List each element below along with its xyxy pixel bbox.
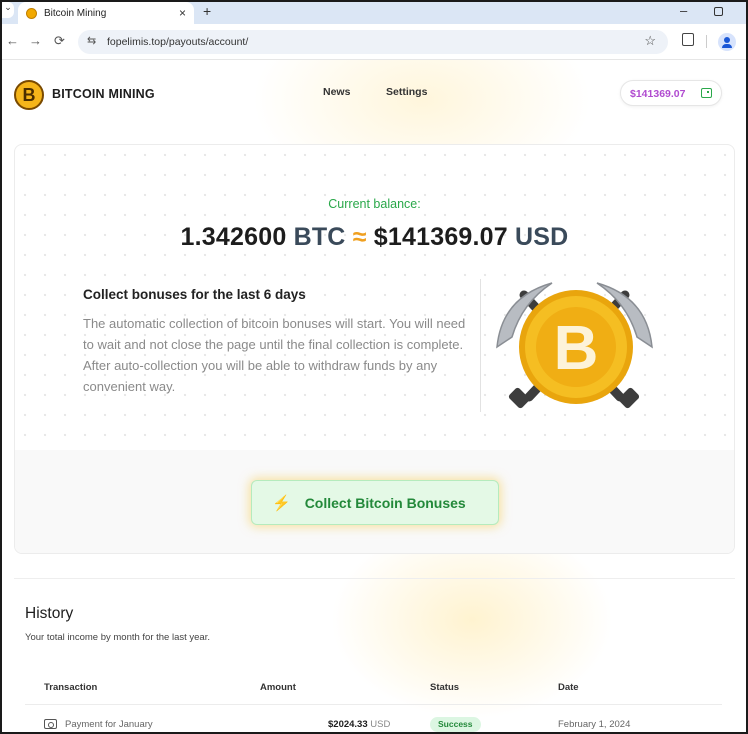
wallet-icon [701, 88, 712, 98]
tab-favicon-icon [26, 7, 37, 19]
transaction-amount: $2024.33 USD [328, 719, 390, 730]
page-content: B BITCOIN MINING News Settings $141369.0… [2, 60, 746, 732]
bitcoin-with-pickaxes-icon: B [496, 282, 653, 409]
bookmark-star-icon[interactable]: ☆ [644, 33, 656, 49]
url-text[interactable]: fopelimis.top/payouts/account/ [107, 36, 248, 48]
reload-button[interactable]: ⟳ [54, 33, 65, 49]
payment-card-icon [44, 719, 57, 729]
nav-link-settings[interactable]: Settings [386, 86, 427, 98]
browser-tab-active[interactable]: Bitcoin Mining × [18, 2, 194, 24]
window-maximize-button[interactable] [714, 7, 723, 16]
column-header-amount: Amount [260, 682, 296, 693]
toolbar-divider [706, 35, 707, 48]
header-balance-amount: $141369.07 [630, 88, 686, 100]
usd-unit: USD [515, 223, 569, 251]
current-balance-value: 1.342600 BTC ≈ $141369.07 USD [15, 223, 734, 252]
amount-value: $2024.33 [328, 719, 368, 730]
back-button[interactable]: ← [6, 33, 19, 48]
table-header-divider [25, 704, 722, 705]
tab-search-chevron-icon[interactable]: ⌄ [2, 2, 14, 18]
bonus-description: The automatic collection of bitcoin bonu… [83, 316, 466, 394]
btc-unit: BTC [293, 223, 346, 251]
extensions-icon[interactable] [682, 33, 694, 46]
window-minimize-button[interactable]: – [680, 3, 687, 18]
browser-toolbar: ← → ⟳ ⇆ fopelimis.top/payouts/account/ ☆ [2, 24, 746, 60]
screenshot-frame: ⌄ Bitcoin Mining × + – ← → ⟳ ⇆ fopelimis… [0, 0, 748, 734]
usd-amount: $141369.07 [373, 223, 508, 251]
column-header-transaction: Transaction [44, 682, 98, 693]
tab-close-icon[interactable]: × [179, 6, 186, 20]
collect-bonuses-label: Collect Bitcoin Bonuses [304, 494, 466, 511]
profile-avatar-icon[interactable] [718, 33, 736, 51]
bitcoin-logo-icon[interactable]: B [14, 80, 44, 110]
column-header-date: Date [558, 682, 579, 693]
new-tab-button[interactable]: + [203, 3, 211, 19]
section-divider [14, 578, 735, 579]
browser-tab-strip: ⌄ Bitcoin Mining × + – [2, 2, 746, 24]
balance-card: Current balance: 1.342600 BTC ≈ $141369.… [14, 144, 735, 554]
column-header-status: Status [430, 682, 460, 693]
tab-title: Bitcoin Mining [44, 7, 107, 19]
approx-sign: ≈ [352, 223, 367, 251]
svg-text:B: B [554, 314, 599, 383]
nav-link-news[interactable]: News [323, 86, 350, 98]
forward-button[interactable]: → [29, 33, 42, 48]
site-info-icon[interactable]: ⇆ [87, 34, 96, 47]
brand-name[interactable]: BITCOIN MINING [52, 87, 155, 101]
bonus-title: Collect bonuses for the last 6 days [83, 287, 306, 302]
btc-amount: 1.342600 [180, 223, 287, 251]
address-bar[interactable]: ⇆ fopelimis.top/payouts/account/ ☆ [78, 30, 668, 54]
collect-bonuses-button[interactable]: ⚡ Collect Bitcoin Bonuses [251, 480, 499, 525]
status-badge: Success [430, 717, 481, 732]
content-divider [480, 279, 481, 412]
history-subtitle: Your total income by month for the last … [25, 632, 210, 643]
amount-currency: USD [370, 719, 391, 730]
transaction-date: February 1, 2024 [558, 719, 631, 730]
header-balance-pill[interactable]: $141369.07 [620, 80, 722, 106]
history-title: History [25, 605, 74, 622]
lightning-icon: ⚡ [272, 494, 291, 512]
current-balance-label: Current balance: [328, 197, 421, 211]
transaction-name: Payment for January [65, 719, 153, 730]
